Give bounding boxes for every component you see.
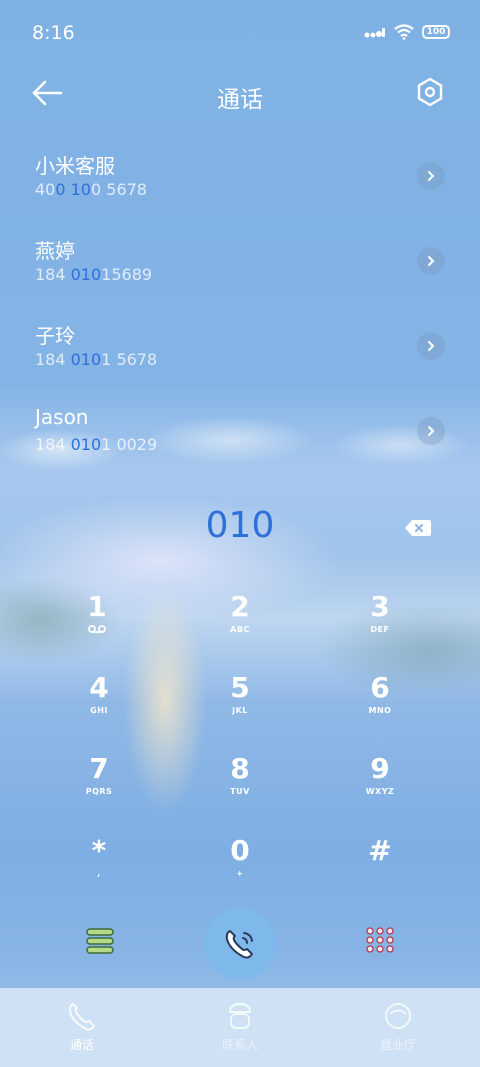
call-button[interactable] (204, 908, 276, 980)
contact-number: 184 01015689 (35, 265, 153, 284)
nav-label: 通话 (69, 1038, 94, 1052)
key-digit: 2 (230, 590, 250, 623)
top-bar: 通话 (0, 66, 480, 124)
menu-button[interactable] (84, 926, 116, 956)
key-letters: WXYZ (365, 787, 395, 796)
key-digit: 4 (89, 671, 109, 704)
chevron-right-icon (428, 341, 435, 351)
contact-item[interactable]: 燕婷 184 01015689 (0, 235, 480, 319)
status-time: 8:16 (32, 22, 75, 44)
nav-tab-contacts[interactable]: 联系人 (180, 998, 300, 1058)
battery-icon: 100 (422, 25, 450, 39)
key-digit: 7 (89, 752, 109, 785)
contact-detail-button[interactable] (417, 332, 445, 360)
dialpad-toggle-button[interactable] (364, 926, 396, 958)
contact-number: 184 0101 0029 (35, 435, 158, 454)
bottom-navigation: 通话 联系人 营业厅 (0, 988, 480, 1067)
contact-name: Jason (35, 405, 89, 429)
nav-tab-service[interactable]: 营业厅 (338, 998, 458, 1058)
key-digit: 5 (230, 671, 250, 704)
key-digit: 6 (370, 671, 390, 704)
service-icon (385, 1003, 411, 1029)
key-digit: 0 (230, 834, 250, 867)
key-letters: JKL (232, 706, 248, 715)
settings-hexagon-icon (417, 77, 443, 107)
key-letters: + (236, 869, 244, 878)
key-8[interactable]: 8 TUV (195, 752, 285, 822)
key-digit: 1 (87, 590, 107, 623)
key-star[interactable]: * , (54, 834, 144, 904)
key-5[interactable]: 5 JKL (195, 671, 285, 741)
key-letters: , (97, 869, 101, 878)
key-hash[interactable]: # (335, 834, 425, 904)
contact-item[interactable]: Jason 184 0101 0029 (0, 405, 480, 489)
page-title: 通话 (217, 87, 263, 113)
contact-item[interactable]: 小米客服 400 100 5678 (0, 150, 480, 234)
settings-button[interactable] (414, 76, 450, 112)
dialpad-icon (366, 927, 394, 953)
voicemail-icon (52, 624, 142, 636)
key-0[interactable]: 0 + (195, 834, 285, 904)
key-6[interactable]: 6 MNO (335, 671, 425, 741)
key-letters: MNO (368, 706, 392, 715)
key-letters: PQRS (85, 787, 113, 796)
key-3[interactable]: 3 DEF (335, 590, 425, 660)
key-7[interactable]: 7 PQRS (54, 752, 144, 822)
contact-number: 184 0101 5678 (35, 350, 158, 369)
contact-detail-button[interactable] (417, 247, 445, 275)
nav-label: 营业厅 (379, 1038, 416, 1052)
chevron-right-icon (428, 256, 435, 266)
chevron-right-icon (428, 426, 435, 436)
key-letters: TUV (230, 787, 250, 796)
contact-detail-button[interactable] (417, 417, 445, 445)
backspace-button[interactable] (404, 518, 432, 538)
key-4[interactable]: 4 GHI (54, 671, 144, 741)
key-digit: 8 (230, 752, 250, 785)
contact-item[interactable]: 子玲 184 0101 5678 (0, 320, 480, 404)
dialer-action-row (0, 908, 480, 980)
key-digit: * (91, 834, 107, 867)
contact-name: 小米客服 (35, 154, 115, 178)
phone-icon (68, 1003, 95, 1031)
chevron-right-icon (428, 171, 435, 181)
key-2[interactable]: 2 ABC (195, 590, 285, 660)
signal-icon (364, 28, 385, 38)
key-letters (335, 868, 425, 880)
contact-name: 子玲 (35, 324, 75, 348)
contact-name: 燕婷 (35, 239, 75, 263)
nav-tab-calls[interactable]: 通话 (22, 998, 142, 1058)
menu-icon (86, 928, 114, 954)
backspace-icon (405, 520, 431, 536)
contacts-icon (228, 1002, 252, 1029)
key-letters: GHI (90, 706, 108, 715)
contact-number: 400 100 5678 (35, 180, 147, 199)
key-digit: 9 (370, 752, 390, 785)
key-digit: 3 (370, 590, 390, 623)
key-letters: ABC (230, 625, 250, 634)
contact-detail-button[interactable] (417, 162, 445, 190)
key-1[interactable]: 1 (52, 590, 142, 660)
key-digit: # (368, 834, 392, 867)
status-icons: 100 (364, 24, 450, 40)
phone-call-icon (225, 930, 253, 959)
status-bar: 8:16 100 (0, 0, 480, 66)
wifi-icon (394, 24, 414, 40)
nav-label: 联系人 (221, 1038, 258, 1052)
key-letters: DEF (370, 625, 390, 634)
key-9[interactable]: 9 WXYZ (335, 752, 425, 822)
